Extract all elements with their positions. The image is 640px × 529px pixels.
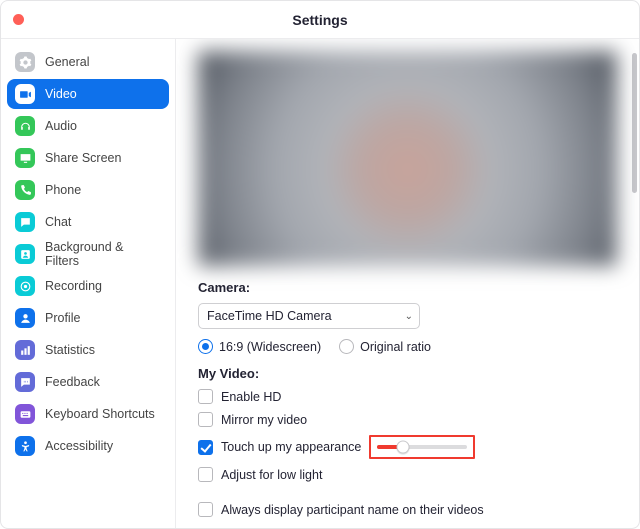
radio-widescreen[interactable]: 16:9 (Widescreen) (198, 339, 321, 354)
accessibility-icon (15, 436, 35, 456)
sidebar-item-label: Share Screen (45, 151, 121, 165)
sidebar-item-label: Recording (45, 279, 102, 293)
radio-dot (198, 339, 213, 354)
sidebar-item-accessibility[interactable]: Accessibility (7, 431, 169, 461)
slider-track (377, 445, 467, 449)
sidebar-item-profile[interactable]: Profile (7, 303, 169, 333)
video-settings-panel: Camera: FaceTime HD Camera ⌄ 16:9 (Wides… (176, 39, 639, 528)
sidebar-item-phone[interactable]: Phone (7, 175, 169, 205)
background-icon (15, 244, 35, 264)
chat-icon (15, 212, 35, 232)
sidebar-item-label: Profile (45, 311, 80, 325)
aspect-ratio-group: 16:9 (Widescreen) Original ratio (198, 339, 617, 354)
sidebar-item-audio[interactable]: Audio (7, 111, 169, 141)
radio-original-ratio[interactable]: Original ratio (339, 339, 431, 354)
phone-icon (15, 180, 35, 200)
settings-body: General Video Audio Share Screen (1, 39, 639, 528)
close-icon[interactable] (13, 14, 24, 25)
check-always-display-name[interactable]: Always display participant name on their… (198, 502, 617, 517)
gear-icon (15, 52, 35, 72)
touch-up-slider[interactable] (369, 435, 475, 459)
statistics-icon (15, 340, 35, 360)
share-screen-icon (15, 148, 35, 168)
my-video-label: My Video: (198, 366, 617, 381)
sidebar-item-label: Background & Filters (45, 240, 161, 268)
sidebar-item-label: Audio (45, 119, 77, 133)
sidebar-item-keyboard-shortcuts[interactable]: Keyboard Shortcuts (7, 399, 169, 429)
checkbox-label: Adjust for low light (221, 468, 322, 482)
sidebar-item-feedback[interactable]: Feedback (7, 367, 169, 397)
checkbox-label: Touch up my appearance (221, 440, 361, 454)
sidebar-item-label: Phone (45, 183, 81, 197)
checkbox[interactable] (198, 440, 213, 455)
sidebar-item-background-filters[interactable]: Background & Filters (7, 239, 169, 269)
sidebar-item-label: Feedback (45, 375, 100, 389)
radio-dot (339, 339, 354, 354)
sidebar-item-video[interactable]: Video (7, 79, 169, 109)
sidebar-item-label: Chat (45, 215, 71, 229)
sidebar-item-general[interactable]: General (7, 47, 169, 77)
feedback-icon (15, 372, 35, 392)
checkbox-label: Enable HD (221, 390, 281, 404)
headphones-icon (15, 116, 35, 136)
window-controls (13, 14, 24, 25)
checkbox-label: Always display participant name on their… (221, 503, 484, 517)
sidebar-item-statistics[interactable]: Statistics (7, 335, 169, 365)
checkbox[interactable] (198, 502, 213, 517)
sidebar-item-label: Keyboard Shortcuts (45, 407, 155, 421)
check-low-light[interactable]: Adjust for low light (198, 467, 617, 482)
checkbox[interactable] (198, 467, 213, 482)
profile-icon (15, 308, 35, 328)
keyboard-icon (15, 404, 35, 424)
sidebar-item-label: Statistics (45, 343, 95, 357)
radio-label: Original ratio (360, 340, 431, 354)
sidebar-item-label: Video (45, 87, 77, 101)
video-icon (15, 84, 35, 104)
scrollbar[interactable] (632, 53, 637, 193)
sidebar-item-label: General (45, 55, 89, 69)
camera-select-value: FaceTime HD Camera (207, 309, 332, 323)
sidebar: General Video Audio Share Screen (1, 39, 176, 528)
window-title: Settings (1, 12, 639, 28)
record-icon (15, 276, 35, 296)
camera-label: Camera: (198, 280, 617, 295)
camera-preview (198, 51, 617, 266)
slider-thumb[interactable] (396, 441, 409, 454)
check-enable-hd[interactable]: Enable HD (198, 389, 617, 404)
checkbox[interactable] (198, 412, 213, 427)
sidebar-item-label: Accessibility (45, 439, 113, 453)
radio-label: 16:9 (Widescreen) (219, 340, 321, 354)
checkbox-label: Mirror my video (221, 413, 307, 427)
sidebar-item-recording[interactable]: Recording (7, 271, 169, 301)
chevron-down-icon: ⌄ (405, 311, 413, 322)
sidebar-item-share-screen[interactable]: Share Screen (7, 143, 169, 173)
check-touch-up[interactable]: Touch up my appearance (198, 435, 617, 459)
camera-select[interactable]: FaceTime HD Camera ⌄ (198, 303, 420, 329)
titlebar: Settings (1, 1, 639, 39)
sidebar-item-chat[interactable]: Chat (7, 207, 169, 237)
settings-window: Settings General Video Audio (0, 0, 640, 529)
check-mirror[interactable]: Mirror my video (198, 412, 617, 427)
checkbox[interactable] (198, 389, 213, 404)
